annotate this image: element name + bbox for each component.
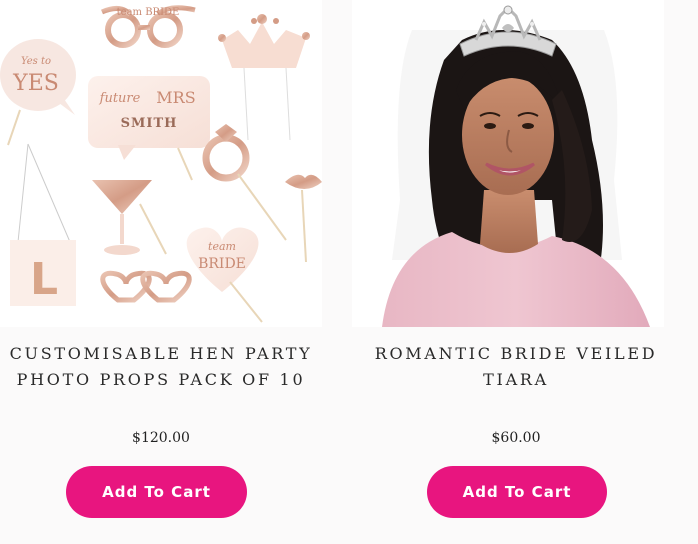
product-price: $60.00 <box>491 430 541 446</box>
add-to-cart-button[interactable]: Add To Cart <box>66 466 247 518</box>
product-title[interactable]: ROMANTIC BRIDE VEILED TIARA <box>348 341 684 393</box>
product-grid: team BRIDE Yes to YES future MRS SMITH L… <box>0 0 698 544</box>
product-title[interactable]: CUSTOMISABLE HEN PARTY PHOTO PROPS PACK … <box>0 341 328 393</box>
product-image-veiled-tiara[interactable] <box>352 0 664 327</box>
svg-text:Yes to: Yes to <box>21 56 51 67</box>
svg-text:YES: YES <box>12 71 59 96</box>
add-to-cart-button[interactable]: Add To Cart <box>427 466 607 518</box>
svg-text:team: team <box>208 240 236 253</box>
svg-text:MRS: MRS <box>156 88 195 107</box>
product-price: $120.00 <box>132 430 190 446</box>
woman-wearing-tiara-illustration <box>352 0 664 327</box>
svg-text:team BRIDE: team BRIDE <box>117 7 180 18</box>
svg-text:future: future <box>99 91 141 106</box>
svg-text:SMITH: SMITH <box>121 116 178 131</box>
photo-props-illustration: team BRIDE Yes to YES future MRS SMITH L… <box>0 0 322 327</box>
svg-text:L: L <box>30 254 58 305</box>
product-image-photo-props[interactable]: team BRIDE Yes to YES future MRS SMITH L… <box>0 0 322 327</box>
svg-text:BRIDE: BRIDE <box>198 256 246 272</box>
